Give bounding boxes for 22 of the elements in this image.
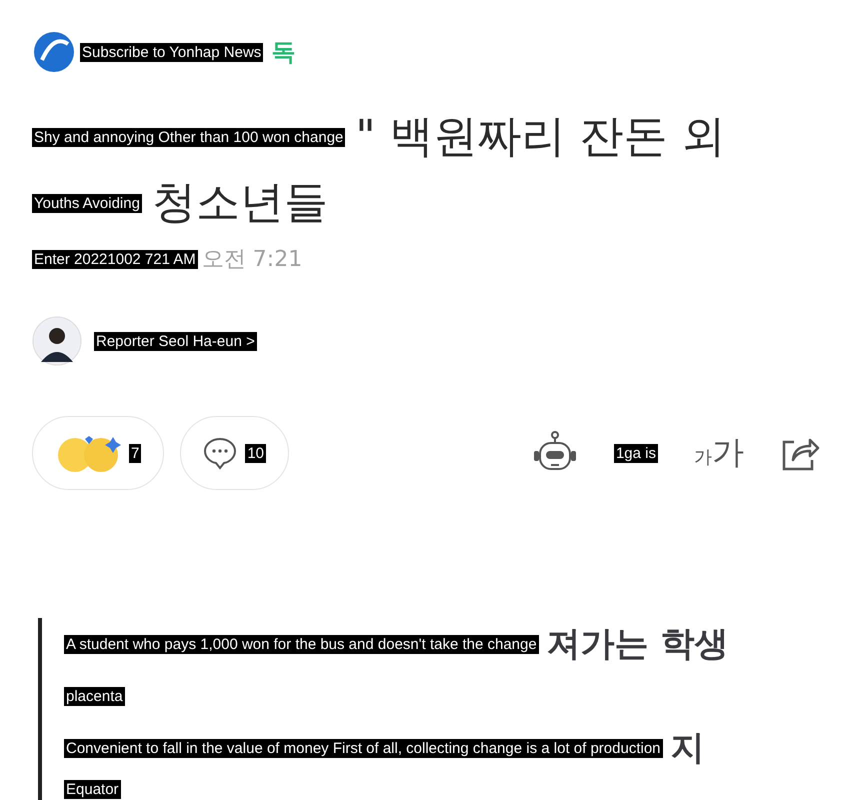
- translation-overlay: Equator: [64, 780, 121, 798]
- translation-overlay: Convenient to fall in the value of money First of all, collecting change is a lot of production: [64, 738, 662, 758]
- translation-overlay: placenta: [64, 686, 125, 706]
- translation-overlay: Youths Avoiding: [32, 194, 142, 212]
- font-size-button[interactable]: 가가: [694, 431, 744, 475]
- translation-overlay: Enter 20221002 721 AM: [32, 250, 198, 268]
- translation-overlay: A student who pays 1,000 won for the bus and doesn't take the change: [64, 634, 539, 654]
- headline-text: 청소년들: [152, 176, 328, 230]
- translation-overlay: Subscribe to Yonhap News: [80, 42, 264, 62]
- speech-bubble-icon: [203, 436, 238, 470]
- translation-overlay: Shy and annoying Other than 100 won change: [32, 128, 346, 146]
- comment-button[interactable]: 10: [180, 416, 290, 490]
- translation-overlay[interactable]: 1ga is: [614, 444, 658, 462]
- subheading-text: 지: [670, 727, 704, 770]
- reaction-button[interactable]: 7: [32, 416, 164, 490]
- emoji-icon: [55, 433, 121, 473]
- headline-text: " 백원짜리 잔돈 외: [355, 110, 726, 164]
- avatar-icon: [32, 316, 82, 366]
- subheading-text: 져가는 학생: [546, 623, 729, 666]
- date-text: 오전 7:21: [202, 246, 302, 274]
- translation-overlay[interactable]: Reporter Seol Ha-eun >: [94, 332, 257, 350]
- logo-icon: [32, 30, 76, 74]
